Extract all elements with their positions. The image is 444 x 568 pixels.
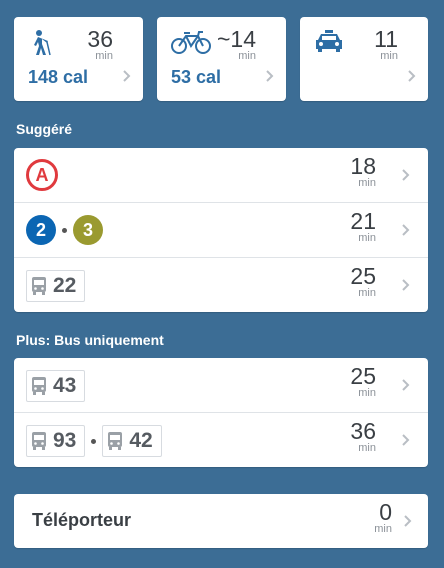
chevron-right-icon xyxy=(402,378,410,396)
time-value: 0 xyxy=(379,499,392,525)
route-row-lines-2-3[interactable]: 2 3 21 min xyxy=(14,202,428,257)
chevron-right-icon xyxy=(402,223,410,241)
bus-icon xyxy=(32,432,46,450)
metro-line-a-badge: A xyxy=(26,159,58,191)
bus-line-badge: 42 xyxy=(102,425,162,457)
bike-icon xyxy=(171,29,211,60)
chevron-right-icon xyxy=(123,69,131,87)
mode-card-walk[interactable]: 36 min 148 cal xyxy=(14,17,143,101)
calories-label: 53 cal xyxy=(171,67,222,87)
time-value: 21 xyxy=(350,208,376,234)
time-value: ~14 xyxy=(216,26,256,52)
bus-icon xyxy=(32,377,46,395)
section-suggested-label: Suggéré xyxy=(16,121,73,137)
section-bus-only-label: Plus: Bus uniquement xyxy=(16,332,164,348)
teleporter-row[interactable]: Téléporteur 0 min xyxy=(14,494,428,548)
bus-line-number: 42 xyxy=(129,429,153,452)
route-row-bus-22[interactable]: 22 25 min xyxy=(14,257,428,312)
time-value: 36 xyxy=(350,418,376,444)
metro-line-2-badge: 2 xyxy=(26,215,56,245)
bus-line-number: 43 xyxy=(53,374,77,397)
teleporter-label: Téléporteur xyxy=(32,510,132,530)
time-value: 18 xyxy=(350,153,376,179)
mode-time: 36 min xyxy=(87,26,113,63)
walk-icon xyxy=(28,29,52,62)
chevron-right-icon xyxy=(402,433,410,451)
bus-line-badge: 43 xyxy=(26,370,86,402)
time-value: 11 xyxy=(374,26,398,52)
mode-time: ~14 min xyxy=(216,26,256,63)
route-row-line-a[interactable]: A 18 min xyxy=(14,148,428,202)
chevron-right-icon xyxy=(266,69,274,87)
taxi-icon xyxy=(314,29,344,58)
time-value: 25 xyxy=(350,263,376,289)
time-value: 36 xyxy=(87,26,113,52)
time-unit: min xyxy=(374,523,392,535)
metro-line-3-badge: 3 xyxy=(73,215,103,245)
mode-card-taxi[interactable]: 11 min xyxy=(300,17,428,101)
route-row-bus-43[interactable]: 43 25 min xyxy=(14,358,428,412)
separator-dot xyxy=(62,227,67,233)
chevron-right-icon xyxy=(402,168,410,186)
chevron-right-icon xyxy=(402,278,410,296)
time-value: 25 xyxy=(350,363,376,389)
calories-label: 148 cal xyxy=(28,67,89,87)
bus-icon xyxy=(108,432,123,450)
bus-line-badge: 93 xyxy=(26,425,86,457)
suggested-routes-list: A 18 min 2 3 21 min 22 25 min xyxy=(14,148,428,312)
bus-icon xyxy=(32,277,46,295)
bus-line-number: 93 xyxy=(53,429,77,452)
chevron-right-icon xyxy=(408,69,416,87)
separator-dot xyxy=(91,438,97,444)
route-row-bus-93-42[interactable]: 93 42 36 min xyxy=(14,412,428,467)
bus-line-number: 22 xyxy=(53,274,77,297)
chevron-right-icon xyxy=(404,514,412,532)
mode-time: 11 min xyxy=(374,26,398,63)
bus-only-routes-list: 43 25 min 93 42 36 min xyxy=(14,358,428,467)
bus-line-badge: 22 xyxy=(26,270,86,302)
mode-card-bike[interactable]: ~14 min 53 cal xyxy=(157,17,286,101)
